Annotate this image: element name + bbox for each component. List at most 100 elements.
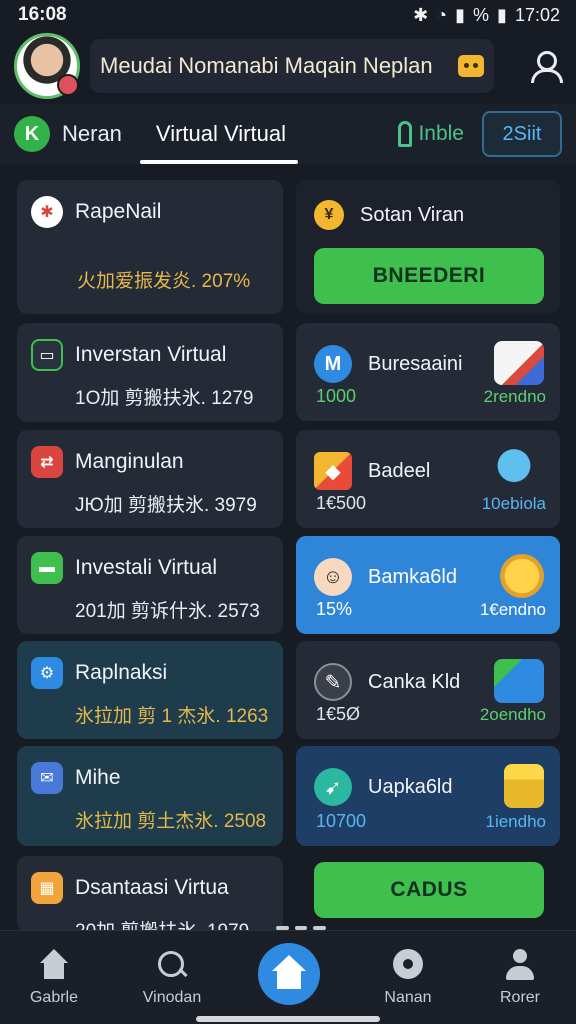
header-action-button[interactable]: 2Siit bbox=[482, 111, 562, 157]
tab-table-label: Inble bbox=[418, 122, 464, 145]
right-card-3[interactable]: ✎ Canka Kld 1€5Ø 2oendho bbox=[296, 641, 560, 739]
left-card-5[interactable]: ✉ Mihe 氷拉加 剪土杰氷. 2508 bbox=[17, 746, 283, 846]
secondary-action-button[interactable]: CADUS bbox=[314, 862, 544, 918]
status-time-left: 16:08 bbox=[18, 4, 67, 25]
avatar[interactable] bbox=[14, 33, 80, 99]
left-card-title: Mihe bbox=[75, 766, 121, 789]
primary-action-label: BNEEDERI bbox=[372, 264, 486, 287]
tab-table[interactable]: Inble bbox=[398, 121, 464, 147]
nav-item-games[interactable]: Nanan bbox=[358, 949, 458, 1007]
right-card-number: 1€500 bbox=[316, 493, 367, 513]
app-header: Meudai Nomanabi Maqain Neplan bbox=[0, 30, 576, 102]
left-card-1[interactable]: ▭ Inverstan Virtual 1О加 剪搬扶氷. 1279 bbox=[17, 323, 283, 422]
nav-profile-label: Rorer bbox=[499, 989, 540, 1006]
box-icon bbox=[504, 764, 544, 808]
left-card-value: 氷拉加 剪 1 杰氷. 1263 bbox=[75, 706, 269, 727]
ball-icon bbox=[391, 949, 425, 983]
left-card-6[interactable]: ▦ Dsantaasi Virtua 20加 剪搬扶氷. 1979 bbox=[17, 856, 283, 932]
right-top-title: Sotan Viran bbox=[360, 203, 465, 226]
tab-brand-label: Neran bbox=[62, 121, 122, 146]
nav-home-label: Gabrle bbox=[29, 989, 79, 1006]
app-title: Meudai Nomanabi Maqain Neplan bbox=[100, 53, 433, 78]
right-top-card: ¥ Sotan Viran BNEEDERI bbox=[296, 180, 560, 314]
left-card-icon: ✱ bbox=[31, 196, 63, 228]
coin-icon: ¥ bbox=[314, 200, 344, 230]
bluetooth-icon: ✱ bbox=[413, 4, 429, 25]
bottom-nav: Gabrle Vinodan Nanan Rorer bbox=[0, 930, 576, 1024]
notification-badge-icon bbox=[57, 74, 79, 96]
message-icon: ▬ bbox=[31, 552, 63, 584]
nav-search-label: Vinodan bbox=[142, 989, 202, 1006]
right-card-sub: 10ebiola bbox=[481, 494, 546, 513]
left-card-value: 1О加 剪搬扶氷. 1279 bbox=[75, 388, 254, 409]
right-card-4[interactable]: ➹ Uapka6ld 10700 1iendho bbox=[296, 746, 560, 846]
right-card-sub: 2rendno bbox=[483, 387, 546, 406]
right-card-title: Badeel bbox=[368, 459, 431, 482]
m-logo-icon: M bbox=[314, 345, 352, 383]
brand-logo-icon: K bbox=[14, 116, 50, 152]
status-time-right: 17:02 bbox=[514, 4, 560, 25]
left-card-title: Raplnaksi bbox=[75, 661, 168, 684]
rocket-icon: ➹ bbox=[314, 768, 352, 806]
tab-brand[interactable]: K Neran bbox=[14, 116, 122, 152]
right-card-title: Canka Kld bbox=[368, 670, 461, 693]
transfer-icon: ⇄ bbox=[31, 446, 63, 478]
right-card-title: Buresaaini bbox=[368, 352, 463, 375]
left-card-2[interactable]: ⇄ Manginulan ЈЮ加 剪搬扶氷. 3979 bbox=[17, 430, 283, 528]
profile-icon bbox=[503, 949, 537, 983]
primary-action-button[interactable]: BNEEDERI bbox=[314, 248, 544, 304]
mail-icon: ✉ bbox=[31, 762, 63, 794]
left-card-value: 火加爱振发炎. 207% bbox=[77, 271, 251, 292]
right-card-0[interactable]: M Buresaaini 1000 2rendno bbox=[296, 323, 560, 421]
left-card-value: 氷拉加 剪土杰氷. 2508 bbox=[75, 811, 267, 832]
header-action-label: 2Siit bbox=[502, 122, 542, 145]
battery-percent: % bbox=[473, 4, 490, 25]
right-card-sub: 1€endno bbox=[479, 600, 546, 619]
pen-icon: ✎ bbox=[314, 663, 352, 701]
battery-icon: ▮ bbox=[497, 4, 507, 25]
nav-item-search[interactable]: Vinodan bbox=[122, 949, 222, 1007]
tab-virtual-label: Virtual Virtual bbox=[155, 121, 286, 146]
right-card-number: 10700 bbox=[316, 811, 367, 831]
left-card-title: Dsantaasi Virtua bbox=[75, 876, 229, 899]
nav-item-profile[interactable]: Rorer bbox=[470, 949, 570, 1007]
title-bar[interactable]: Meudai Nomanabi Maqain Neplan bbox=[90, 39, 494, 93]
tab-virtual[interactable]: Virtual Virtual bbox=[139, 104, 299, 164]
left-card-0[interactable]: ✱ RapeNail 火加爱振发炎. 207% bbox=[17, 180, 283, 314]
left-card-title: RapeNail bbox=[75, 200, 162, 223]
left-card-value: 201加 剪诉什氷. 2573 bbox=[75, 601, 260, 622]
nav-item-home[interactable]: Gabrle bbox=[4, 949, 104, 1007]
right-card-sub: 1iendho bbox=[485, 812, 546, 831]
secondary-action-label: CADUS bbox=[390, 878, 468, 901]
right-card-number: 15% bbox=[316, 599, 353, 619]
left-card-title: Manginulan bbox=[75, 450, 184, 473]
paddle-icon bbox=[494, 448, 544, 492]
center-home-button[interactable] bbox=[258, 943, 320, 1005]
signal-icon: ▮ bbox=[455, 4, 466, 25]
right-card-title: Bamka6ld bbox=[368, 565, 457, 588]
right-card-number: 1€5Ø bbox=[316, 704, 361, 724]
status-bar: 16:08 ✱ ◔ ▮ % ▮ 17:02 bbox=[0, 0, 576, 30]
table-icon bbox=[398, 121, 413, 147]
left-card-4[interactable]: ⚙ Raplnaksi 氷拉加 剪 1 杰氷. 1263 bbox=[17, 641, 283, 739]
person-avatar-icon: ☺ bbox=[314, 558, 352, 596]
right-card-title: Uapka6ld bbox=[368, 775, 453, 798]
document-icon bbox=[494, 341, 544, 385]
left-card-3[interactable]: ▬ Investali Virtual 201加 剪诉什氷. 2573 bbox=[17, 536, 283, 634]
nav-games-label: Nanan bbox=[384, 989, 432, 1006]
status-icons: ✱ ◔ ▮ % ▮ 17:02 bbox=[413, 5, 560, 26]
left-card-title: Inverstan Virtual bbox=[75, 343, 227, 366]
settings-icon: ⚙ bbox=[31, 657, 63, 689]
right-card-2[interactable]: ☺ Bamka6ld 15% 1€endno bbox=[296, 536, 560, 634]
user-icon[interactable] bbox=[528, 49, 563, 83]
left-card-value: ЈЮ加 剪搬扶氷. 3979 bbox=[75, 495, 257, 516]
right-card-sub: 2oendho bbox=[479, 705, 546, 724]
grid-icon: ▦ bbox=[31, 872, 63, 904]
wifi-icon: ◔ bbox=[436, 4, 448, 25]
right-card-1[interactable]: ◆ Badeel 1€500 10ebiola bbox=[296, 430, 560, 528]
chat-icon[interactable] bbox=[458, 55, 484, 77]
right-card-number: 1000 bbox=[316, 386, 357, 406]
tab-bar: K Neran Virtual Virtual Inble 2Siit bbox=[0, 104, 576, 164]
left-card-title: Investali Virtual bbox=[75, 556, 218, 579]
home-indicator[interactable] bbox=[196, 1016, 380, 1022]
